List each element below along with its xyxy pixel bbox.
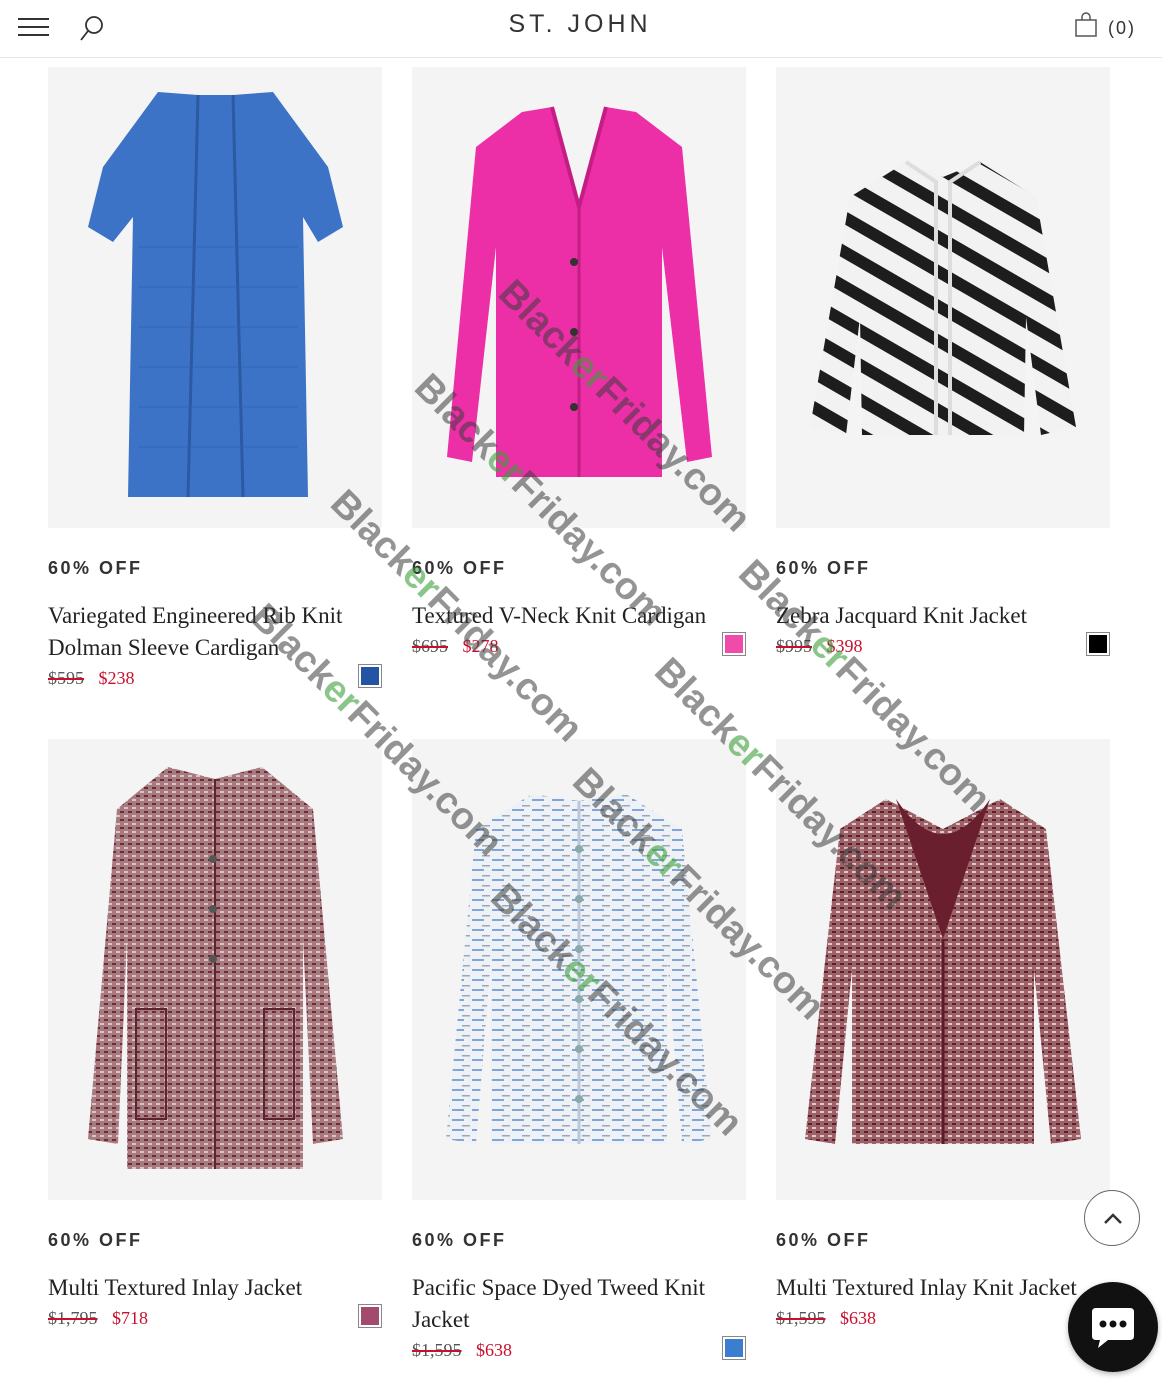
color-swatch[interactable] (358, 1304, 382, 1328)
product-card[interactable]: 60% OFF Multi Textured Inlay Knit Jacket… (776, 739, 1110, 1332)
product-image[interactable] (776, 739, 1110, 1200)
product-card[interactable]: 60% OFF Pacific Space Dyed Tweed Knit Ja… (412, 739, 746, 1364)
product-name[interactable]: Zebra Jacquard Knit Jacket (776, 600, 1096, 632)
product-name[interactable]: Variegated Engineered Rib Knit Dolman Sl… (48, 600, 368, 664)
tweed-jacket-illustration (805, 799, 1081, 1144)
product-image[interactable] (776, 67, 1110, 528)
discount-label: 60% OFF (48, 1230, 143, 1250)
price-row: $995 $398 (776, 632, 1110, 660)
tweed-jacket-illustration (446, 794, 712, 1144)
product-card[interactable]: 60% OFF Multi Textured Inlay Jacket $1,7… (48, 739, 382, 1332)
chevron-up-icon (1104, 1213, 1122, 1224)
bag-count[interactable]: (0) (1108, 18, 1136, 39)
discount-label: 60% OFF (412, 558, 507, 578)
search-icon[interactable] (78, 14, 106, 44)
sale-price: $638 (840, 1308, 876, 1328)
product-card[interactable]: 60% OFF Zebra Jacquard Knit Jacket $995 … (776, 67, 1110, 660)
discount-label: 60% OFF (776, 558, 871, 578)
sale-price: $718 (112, 1308, 148, 1328)
original-price: $595 (48, 668, 84, 688)
hamburger-menu-icon[interactable] (18, 16, 50, 40)
shopping-bag-icon[interactable] (1074, 12, 1098, 38)
original-price: $995 (776, 636, 812, 656)
price-row: $1,595 $638 (412, 1336, 746, 1364)
product-name[interactable]: Multi Textured Inlay Knit Jacket (776, 1272, 1096, 1304)
discount-label: 60% OFF (48, 558, 143, 578)
discount-label: 60% OFF (412, 1230, 507, 1250)
product-card[interactable]: 60% OFF Textured V-Neck Knit Cardigan $6… (412, 67, 746, 660)
sale-price: $278 (462, 636, 499, 656)
product-image[interactable] (48, 67, 382, 528)
zebra-jacket-illustration (810, 160, 1076, 435)
sale-price: $238 (98, 668, 135, 688)
color-swatch[interactable] (1086, 632, 1110, 656)
product-name[interactable]: Multi Textured Inlay Jacket (48, 1272, 368, 1304)
cardigan-illustration (447, 106, 712, 477)
sale-price: $638 (476, 1340, 512, 1360)
color-swatch[interactable] (358, 664, 382, 688)
product-name[interactable]: Textured V-Neck Knit Cardigan (412, 600, 732, 632)
color-swatch[interactable] (722, 1336, 746, 1360)
original-price: $695 (412, 636, 448, 656)
original-price: $1,595 (412, 1340, 462, 1360)
original-price: $1,795 (48, 1308, 98, 1328)
sale-price: $398 (826, 636, 863, 656)
price-row: $595 $238 (48, 664, 382, 692)
color-swatch[interactable] (722, 632, 746, 656)
cardigan-illustration (88, 92, 343, 498)
price-row: $1,795 $718 (48, 1304, 382, 1332)
product-card[interactable]: 60% OFF Variegated Engineered Rib Knit D… (48, 67, 382, 692)
product-name[interactable]: Pacific Space Dyed Tweed Knit Jacket (412, 1272, 732, 1336)
original-price: $1,595 (776, 1308, 826, 1328)
product-image[interactable] (412, 739, 746, 1200)
price-row: $1,595 $638 (776, 1308, 1110, 1332)
tweed-coat-illustration (88, 767, 343, 1169)
product-image[interactable] (48, 739, 382, 1200)
site-header: ST. JOHN (0) (0, 0, 1162, 58)
brand-logo[interactable]: ST. JOHN (480, 10, 680, 39)
scroll-to-top-button[interactable] (1084, 1190, 1140, 1246)
chat-button[interactable] (1068, 1282, 1158, 1372)
product-image[interactable] (412, 67, 746, 528)
price-row: $695 $278 (412, 632, 746, 660)
chat-bubble-icon (1092, 1308, 1134, 1348)
discount-label: 60% OFF (776, 1230, 871, 1250)
